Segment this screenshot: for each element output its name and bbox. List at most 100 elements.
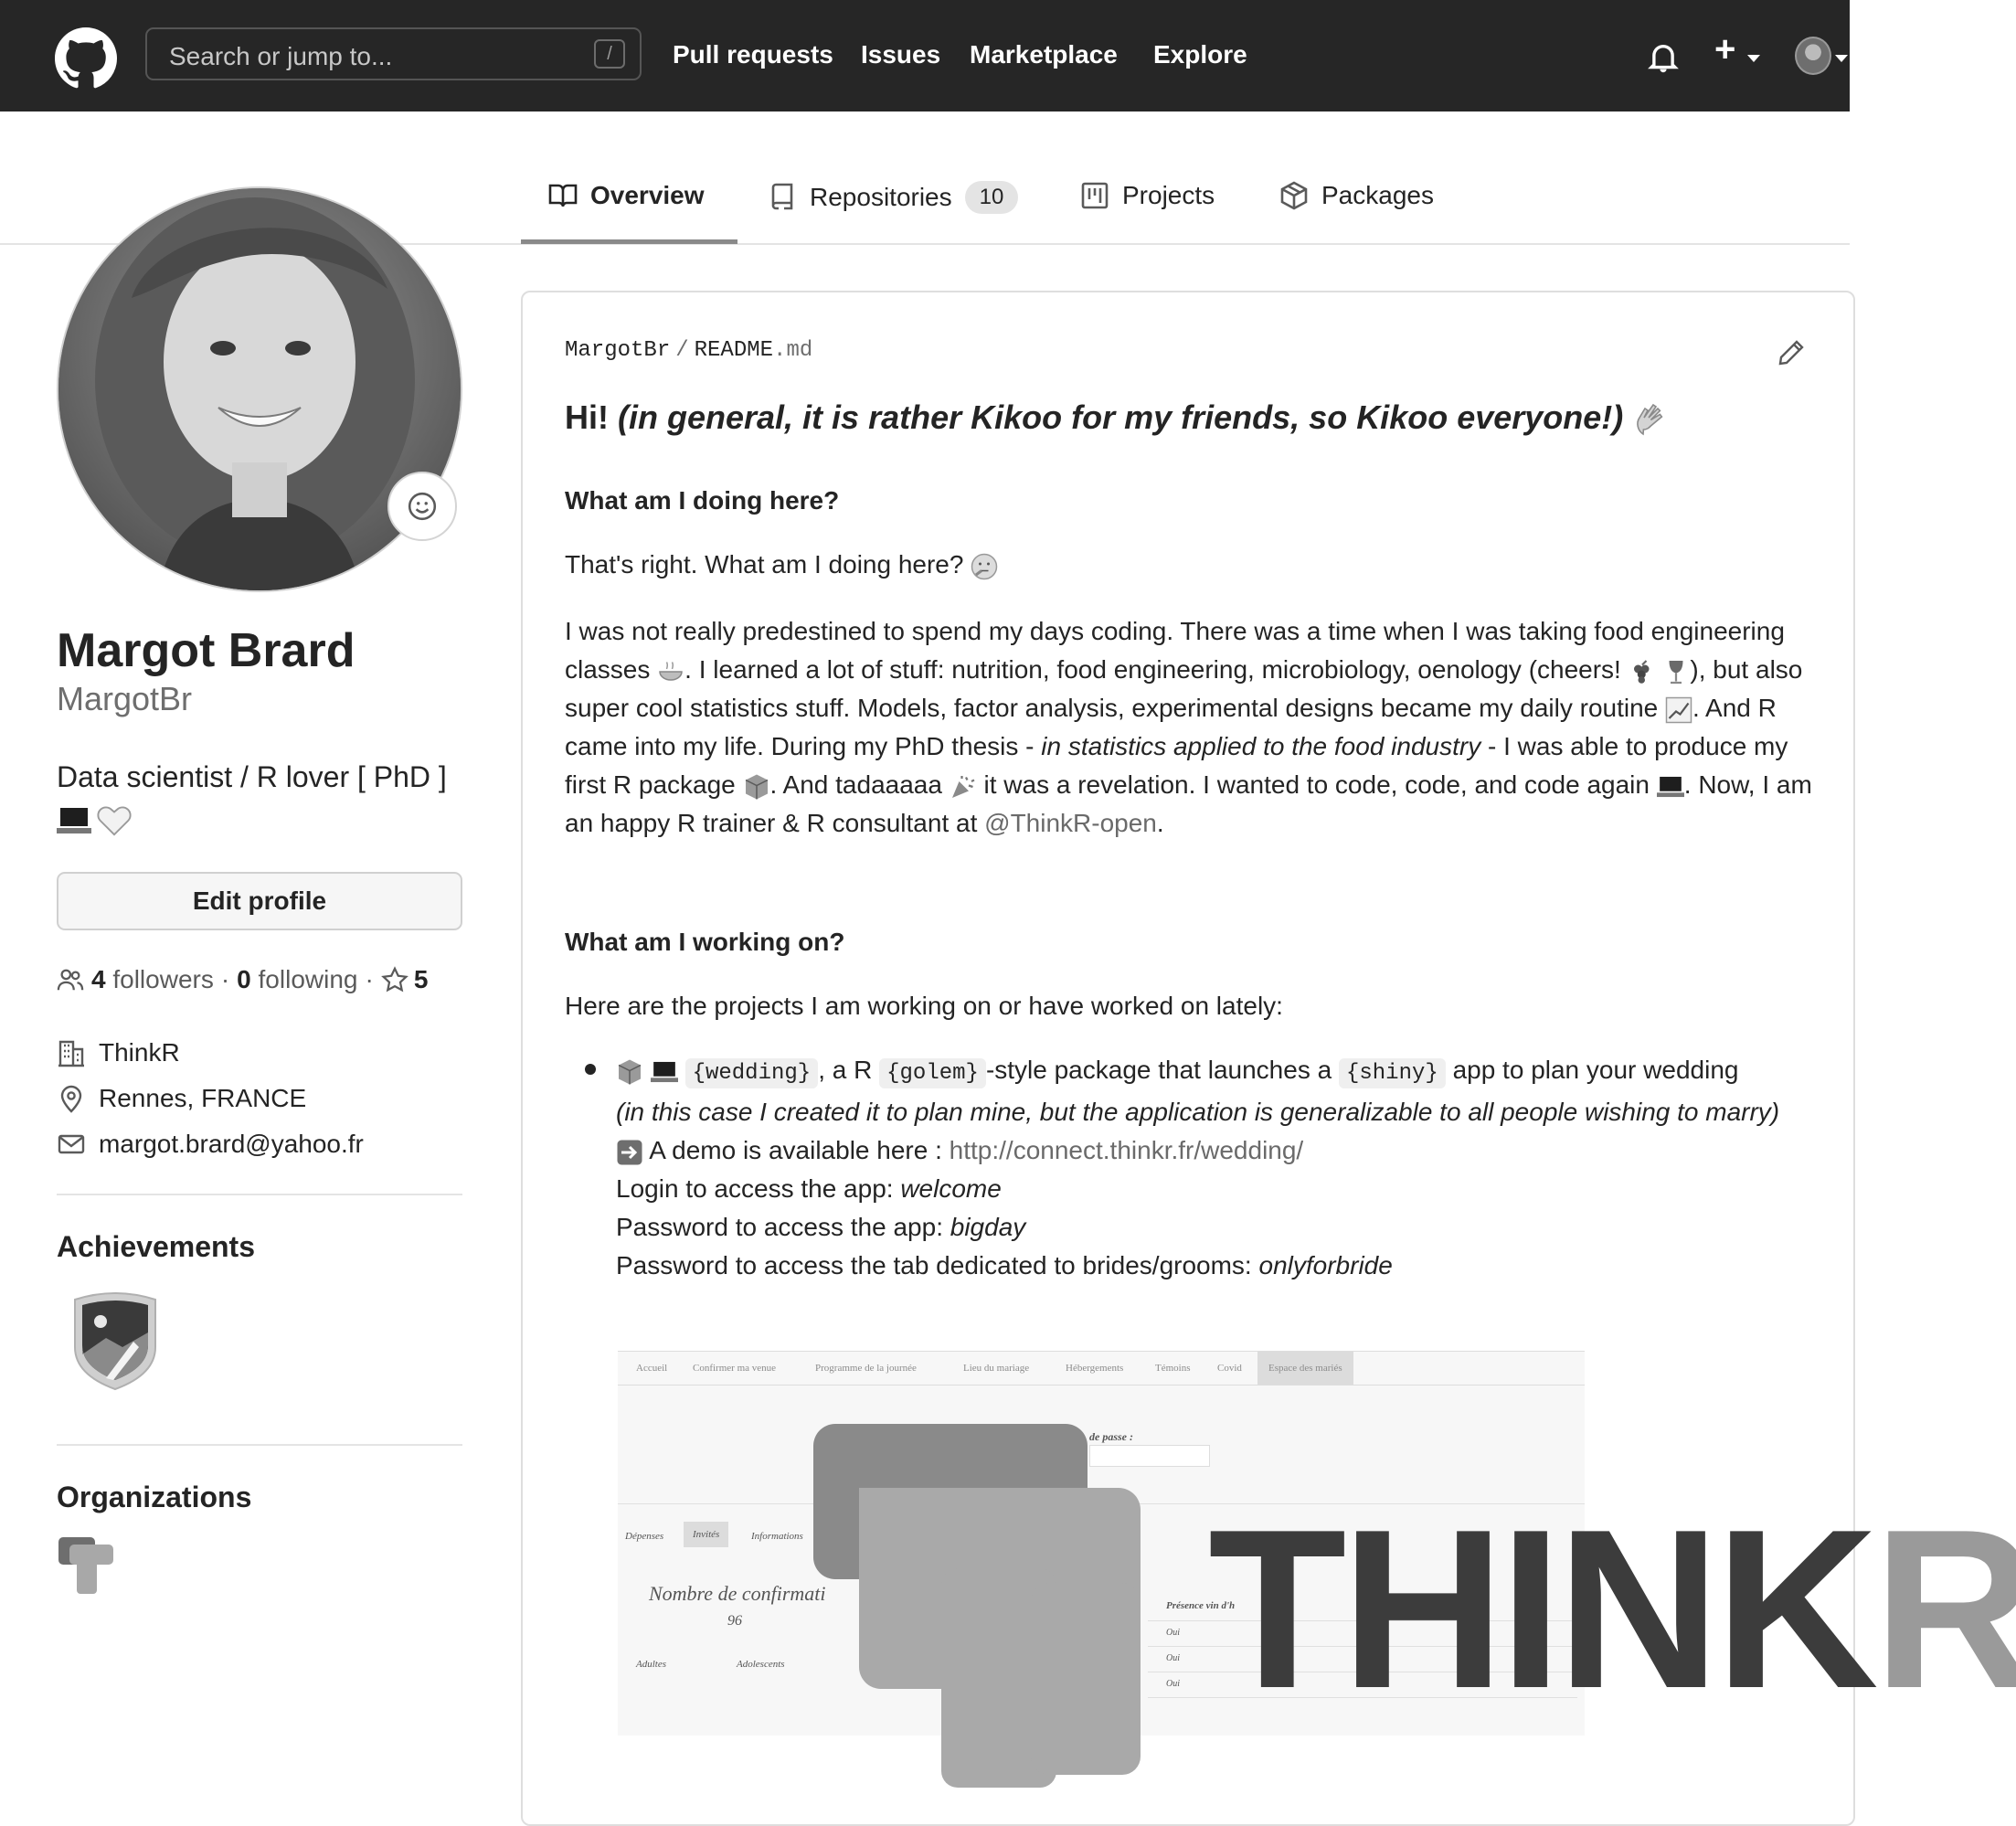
story-end: . <box>1156 809 1164 837</box>
laptop-emoji-icon <box>650 1061 678 1082</box>
thinkr-org-avatar[interactable] <box>57 1535 117 1596</box>
breadcrumb-separator: / <box>675 338 689 363</box>
laptop-emoji-icon <box>1656 776 1684 797</box>
followers-label: followers <box>112 965 214 993</box>
wordmark-accent: R <box>1873 1481 2016 1736</box>
stars-count: 5 <box>413 965 429 993</box>
following-link[interactable]: 0 following <box>237 965 357 994</box>
nav-pull-requests[interactable]: Pull requests <box>673 40 833 69</box>
screenshot-subtab: Informations <box>751 1531 803 1542</box>
demo-link[interactable]: http://connect.thinkr.fr/wedding/ <box>950 1136 1304 1164</box>
organizations-heading: Organizations <box>57 1481 252 1513</box>
achievement-badge[interactable] <box>69 1290 161 1393</box>
readme-owner-link[interactable]: MargotBr <box>565 338 670 363</box>
heading-what-am-i-doing: What am I doing here? <box>565 486 840 515</box>
readme-title: Hi! (in general, it is rather Kikoo for … <box>565 398 1669 438</box>
nav-marketplace[interactable]: Marketplace <box>970 40 1118 69</box>
screenshot-subtab: Dépenses <box>625 1531 664 1542</box>
tab-projects[interactable]: Projects <box>1080 181 1215 210</box>
sidebar-divider <box>57 1444 462 1446</box>
paragraph-story: I was not really predestined to spend my… <box>565 612 1817 843</box>
package-emoji-icon <box>618 1059 642 1085</box>
readme-file-link[interactable]: README.md <box>695 338 813 363</box>
stars-link[interactable]: 5 <box>380 965 429 994</box>
login-text: Login to access the app: <box>616 1174 894 1203</box>
doing-text: That's right. What am I doing here? <box>565 550 964 579</box>
right-arrow-emoji-icon <box>617 1140 642 1165</box>
wine-glass-emoji-icon <box>1669 660 1683 684</box>
user-menu-avatar[interactable] <box>1795 37 1831 75</box>
password-value: bigday <box>950 1213 1026 1241</box>
paragraph-doing: That's right. What am I doing here? <box>565 546 1817 584</box>
email-text[interactable]: margot.brard@yahoo.fr <box>99 1130 364 1159</box>
top-navigation-bar: Search or jump to... / Pull requests Iss… <box>0 0 1850 111</box>
edit-pencil-icon[interactable] <box>1777 338 1806 367</box>
waving-hand-emoji-icon <box>1637 404 1663 436</box>
github-logo-icon[interactable] <box>55 27 117 90</box>
bell-icon[interactable] <box>1647 40 1680 75</box>
grapes-emoji-icon <box>1633 659 1650 684</box>
demo-text: A demo is available here : <box>649 1136 942 1164</box>
repo-icon <box>771 183 793 210</box>
screenshot-tab: Lieu du mariage <box>963 1363 1030 1374</box>
organization-icon <box>58 1040 84 1067</box>
set-status-button[interactable] <box>387 472 457 541</box>
package-icon <box>1280 181 1308 210</box>
tab-projects-label: Projects <box>1122 181 1215 209</box>
story-part-2: . I learned a lot of stuff: nutrition, f… <box>684 655 1621 684</box>
laptop-emoji-icon <box>57 808 91 833</box>
edit-profile-button[interactable]: Edit profile <box>57 872 462 930</box>
bio-emojis <box>57 804 132 837</box>
item-text-3: app to plan your wedding <box>1452 1056 1739 1084</box>
title-italic: (in general, it is rather Kikoo for my f… <box>618 398 1624 436</box>
screenshot-confirm-title: Nombre de confirmati <box>649 1582 826 1605</box>
wordmark-main: THINK <box>1208 1481 1879 1736</box>
heading-what-am-i-working-on: What am I working on? <box>565 928 845 956</box>
following-count: 0 <box>237 965 251 993</box>
profile-email[interactable]: margot.brard@yahoo.fr <box>57 1130 364 1159</box>
profile-username: MargotBr <box>57 680 193 717</box>
tab-repositories[interactable]: Repositories 10 <box>768 181 1019 214</box>
profile-location: Rennes, FRANCE <box>57 1084 306 1113</box>
list-bullet <box>585 1064 596 1075</box>
thinkr-open-link[interactable]: @ThinkR-open <box>984 809 1157 837</box>
create-new-icon[interactable]: + <box>1714 29 1735 70</box>
project-list-item: {wedding}, a R {golem} -style package tha… <box>616 1051 1822 1285</box>
screenshot-tab-bar: Accueil Confirmer ma venue Programme de … <box>618 1352 1585 1385</box>
paragraph-working: Here are the projects I am working on or… <box>565 992 1283 1020</box>
active-tab-indicator <box>521 239 737 244</box>
sidebar-divider <box>57 1194 462 1195</box>
chevron-down-icon[interactable] <box>1747 55 1760 62</box>
tab-packages[interactable]: Packages <box>1279 181 1434 210</box>
project-board-icon <box>1081 182 1109 209</box>
smiley-icon <box>408 492 437 521</box>
search-shortcut-key: / <box>594 39 625 69</box>
readme-file-name: README <box>694 338 774 363</box>
password-text: Password to access the app: <box>616 1213 943 1241</box>
company-name: ThinkR <box>99 1038 180 1067</box>
profile-company: ThinkR <box>57 1038 180 1067</box>
followers-link[interactable]: 4 followers <box>91 965 214 994</box>
profile-bio: Data scientist / R lover [ PhD ] <box>57 760 447 793</box>
screenshot-confirm-count: 96 <box>727 1613 742 1629</box>
tab-overview[interactable]: Overview <box>548 181 705 210</box>
package-emoji-icon <box>745 774 768 800</box>
tab-overview-label: Overview <box>590 181 705 209</box>
search-input[interactable]: Search or jump to... / <box>145 27 642 80</box>
profile-full-name: Margot Brard <box>57 624 355 677</box>
separator-dot: · <box>220 965 230 993</box>
achievements-heading: Achievements <box>57 1230 255 1263</box>
search-placeholder: Search or jump to... <box>169 42 393 70</box>
item-text-2: -style package that launches a <box>985 1056 1332 1084</box>
screenshot-tab: Accueil <box>636 1363 668 1374</box>
follow-stats: 4 followers · 0 following · 5 <box>57 965 428 994</box>
food-bowl-emoji-icon <box>659 661 683 681</box>
nav-explore[interactable]: Explore <box>1153 40 1247 69</box>
readme-file-ext: .md <box>773 338 813 363</box>
nav-issues[interactable]: Issues <box>861 40 940 69</box>
repositories-count-badge: 10 <box>964 181 1019 214</box>
thinkr-wordmark: THINKR <box>1208 1495 2016 1722</box>
golem-code: {golem} <box>879 1058 986 1088</box>
story-part-7: it was a revelation. I wanted to code, c… <box>983 770 1650 799</box>
chevron-down-icon[interactable] <box>1835 55 1848 62</box>
